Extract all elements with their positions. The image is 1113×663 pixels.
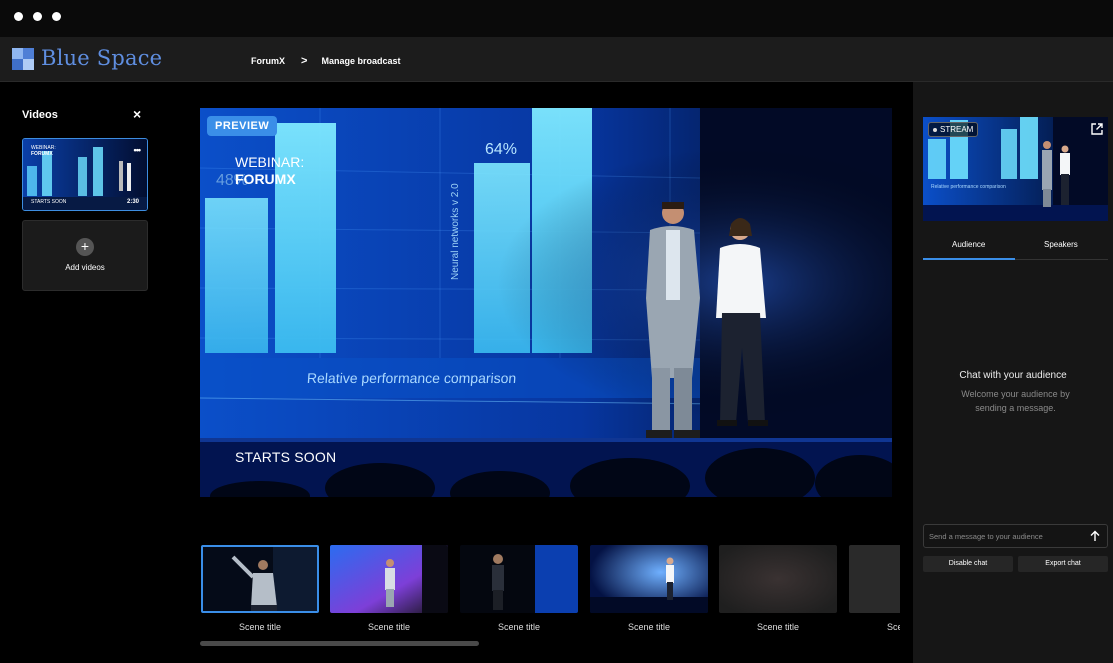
send-arrow-icon[interactable] [1089, 530, 1101, 542]
plus-icon: + [76, 238, 94, 256]
stream-panel: Relative performance comparison STREAM A… [913, 82, 1113, 663]
breadcrumb-forumx[interactable]: ForumX [251, 56, 285, 66]
scene-title: Scene title [367, 622, 411, 632]
export-chat-button[interactable]: Export chat [1018, 556, 1108, 572]
stream-caption: Relative performance comparison [931, 184, 1006, 190]
scene-thumbnail [330, 545, 448, 613]
window-titlebar [0, 0, 1113, 37]
scene-thumbnail [460, 545, 578, 613]
breadcrumb: ForumX > Manage broadcast [251, 55, 400, 67]
scene-item[interactable]: Scene title [590, 545, 708, 635]
preview-badge: PREVIEW [207, 116, 278, 136]
window-close-dot[interactable] [14, 12, 23, 21]
scene-title: Scene title [627, 622, 671, 632]
popout-icon[interactable] [1090, 122, 1104, 136]
active-tab-indicator [923, 258, 1015, 260]
thumb-title-line2: FORUMX [31, 151, 53, 157]
chat-tabs: Audience Speakers [923, 233, 1108, 260]
scene-item[interactable]: Scene title [719, 545, 837, 635]
videos-sidebar: Videos × WEBINAR: FORUMX ••• STARTS SOON… [0, 82, 160, 663]
disable-chat-button[interactable]: Disable chat [923, 556, 1013, 572]
stream-preview[interactable]: Relative performance comparison STREAM [923, 117, 1108, 221]
breadcrumb-separator: > [301, 55, 308, 67]
logo-icon [12, 48, 34, 70]
window-maximize-dot[interactable] [52, 12, 61, 21]
message-box [923, 524, 1108, 548]
scene-scrollbar[interactable] [200, 641, 900, 646]
scene-thumbnail [201, 545, 319, 613]
starts-soon-label: STARTS SOON [235, 449, 337, 465]
videos-title: Videos [22, 109, 58, 121]
tab-audience[interactable]: Audience [952, 240, 985, 249]
stream-badge-label: STREAM [940, 125, 974, 134]
screen-caption: Relative performance comparison [306, 370, 517, 386]
scene-title: Scene title [756, 622, 800, 632]
screen-vertical-label: Neural networks v 2.0 [450, 183, 461, 280]
breadcrumb-manage-broadcast: Manage broadcast [321, 56, 401, 66]
message-input[interactable] [929, 528, 1079, 544]
preview-player[interactable]: 64% 48% Neural networks v 2.0 Relative p… [200, 108, 892, 497]
window-minimize-dot[interactable] [33, 12, 42, 21]
chat-empty-title: Chat with your audience [959, 370, 1067, 381]
stream-badge: STREAM [928, 122, 979, 137]
thumb-status: STARTS SOON [31, 199, 67, 205]
scene-thumbnail [719, 545, 837, 613]
scene-thumbnail [590, 545, 708, 613]
scene-title: Sce [887, 622, 900, 632]
scene-title: Scene title [497, 622, 541, 632]
video-thumbnail[interactable]: WEBINAR: FORUMX ••• STARTS SOON 2:30 [22, 138, 148, 211]
close-icon[interactable]: × [133, 106, 141, 122]
webinar-title-line1: WEBINAR: [235, 154, 305, 170]
add-videos-label: Add videos [65, 263, 105, 272]
app-header: Blue Space ForumX > Manage broadcast [0, 37, 1113, 82]
scene-strip: Scene title Scene title Scene title Scen… [200, 545, 900, 645]
webinar-title-line2: FORUMX [235, 171, 296, 187]
live-dot-icon [933, 127, 937, 132]
scrollbar-thumb[interactable] [200, 641, 479, 646]
scene-item[interactable]: Sce [849, 545, 900, 635]
screen-percent-main: 64% [485, 141, 518, 158]
more-options-icon[interactable]: ••• [134, 145, 142, 155]
brand-name: Blue Space [41, 46, 163, 70]
scene-thumbnail [849, 545, 900, 613]
scene-title: Scene title [238, 622, 282, 632]
webinar-title: WEBINAR: FORUMX [235, 154, 304, 188]
chat-empty-subtitle: Welcome your audience by sending a messa… [961, 389, 1070, 413]
thumb-duration: 2:30 [126, 199, 139, 205]
add-videos-button[interactable]: + Add videos [22, 220, 148, 291]
scene-item[interactable]: Scene title [460, 545, 578, 635]
scene-item[interactable]: Scene title [201, 545, 319, 635]
tab-speakers[interactable]: Speakers [1044, 240, 1078, 249]
scene-item[interactable]: Scene title [330, 545, 448, 635]
